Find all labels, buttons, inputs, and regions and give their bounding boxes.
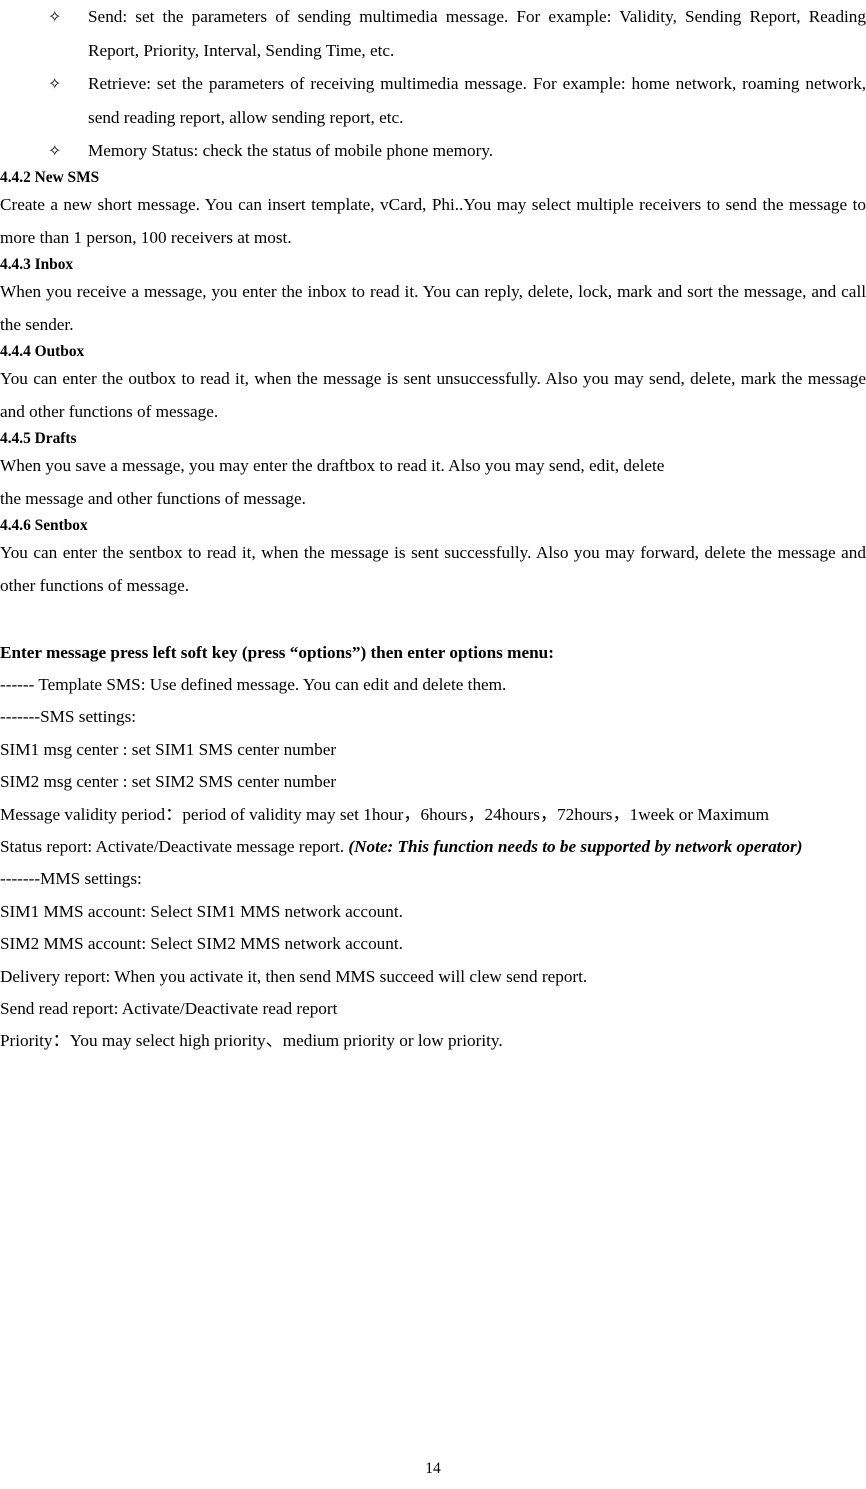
options-line-template-sms: ------ Template SMS: Use defined message… [0, 674, 507, 694]
heading-inbox: 4.4.3 Inbox [0, 255, 74, 273]
list-item: ✧ Retrieve: set the parameters of receiv… [0, 67, 866, 134]
paragraph-inbox: When you receive a message, you enter th… [0, 281, 866, 335]
heading-outbox: 4.4.4 Outbox [0, 342, 85, 360]
options-line-status-report: Status report: Activate/Deactivate messa… [0, 831, 866, 863]
heading-sentbox: 4.4.6 Sentbox [0, 516, 88, 534]
bullet-text-retrieve: Retrieve: set the parameters of receivin… [88, 74, 866, 127]
heading-new-sms: 4.4.2 New SMS [0, 168, 100, 186]
list-item: ✧ Memory Status: check the status of mob… [0, 134, 866, 168]
status-report-plain-text: Status report: Activate/Deactivate messa… [0, 836, 349, 856]
options-line-sim1-mms-account: SIM1 MMS account: Select SIM1 MMS networ… [0, 901, 403, 921]
options-line-delivery-report: Delivery report: When you activate it, t… [0, 966, 588, 986]
bullet-text-memory-status: Memory Status: check the status of mobil… [88, 141, 494, 160]
paragraph-new-sms: Create a new short message. You can inse… [0, 194, 866, 248]
options-line-validity-period: Message validity period：period of validi… [0, 804, 770, 824]
options-line-sim2-mms-account: SIM2 MMS account: Select SIM2 MMS networ… [0, 934, 403, 954]
mms-settings-bullet-list: ✧ Send: set the parameters of sending mu… [0, 0, 866, 168]
paragraph-sentbox: You can enter the sentbox to read it, wh… [0, 542, 866, 596]
options-menu-heading: Enter message press left soft key (press… [0, 642, 554, 662]
options-menu-block: Enter message press left soft key (press… [0, 637, 866, 1058]
page-number: 14 [425, 1460, 441, 1477]
paragraph-outbox: You can enter the outbox to read it, whe… [0, 368, 866, 422]
bullet-text-send: Send: set the parameters of sending mult… [88, 7, 866, 60]
heading-drafts: 4.4.5 Drafts [0, 429, 77, 447]
diamond-star-bullet-icon: ✧ [48, 7, 62, 26]
paragraph-drafts-line1: When you save a message, you may enter t… [0, 455, 665, 475]
options-line-mms-settings: -------MMS settings: [0, 869, 142, 889]
diamond-star-bullet-icon: ✧ [48, 141, 62, 160]
options-line-sms-settings: -------SMS settings: [0, 707, 137, 727]
document-page: ✧ Send: set the parameters of sending mu… [0, 0, 866, 1489]
diamond-star-bullet-icon: ✧ [48, 74, 62, 93]
paragraph-drafts-line2: the message and other functions of messa… [0, 489, 306, 508]
status-report-note: (Note: This function needs to be support… [348, 836, 803, 856]
options-line-priority: Priority：You may select high priority、me… [0, 1031, 503, 1051]
options-line-send-read-report: Send read report: Activate/Deactivate re… [0, 998, 338, 1018]
list-item: ✧ Send: set the parameters of sending mu… [0, 0, 866, 67]
options-line-sim2-msg-center: SIM2 msg center : set SIM2 SMS center nu… [0, 772, 337, 792]
options-line-sim1-msg-center: SIM1 msg center : set SIM1 SMS center nu… [0, 739, 337, 759]
